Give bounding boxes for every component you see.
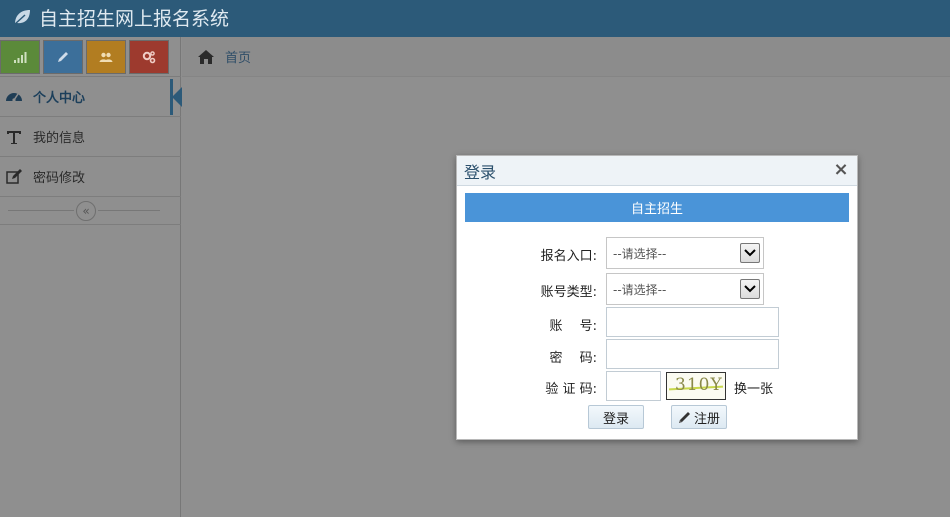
sidebar-collapse-row: « — [0, 197, 181, 225]
captcha-image[interactable]: 310Y — [666, 372, 726, 400]
dashboard-icon — [5, 88, 23, 106]
entry-label: 报名入口: — [540, 249, 597, 264]
dialog-banner: 自主招生 — [465, 193, 849, 222]
sidebar-item-my-info[interactable]: 我的信息 — [0, 117, 181, 157]
password-input[interactable] — [606, 339, 779, 369]
register-button[interactable]: 注册 — [671, 405, 727, 429]
app-title: 自主招生网上报名系统 — [39, 7, 230, 30]
sidebar: 个人中心 我的信息 密码修改 « — [0, 37, 182, 517]
captcha-label: 验 证 码: — [545, 382, 597, 397]
account-label: 账 号: — [549, 319, 597, 334]
breadcrumb-home-link[interactable]: 首页 — [225, 47, 251, 66]
sidebar-item-personal-center[interactable]: 个人中心 — [0, 77, 182, 117]
password-label: 密 码: — [549, 351, 597, 366]
text-icon — [5, 128, 23, 146]
captcha-input[interactable] — [606, 371, 661, 401]
account-type-select[interactable]: --请选择-- — [606, 273, 764, 305]
sidebar-item-label: 我的信息 — [33, 131, 86, 146]
collapse-sidebar-button[interactable]: « — [76, 201, 96, 221]
dialog-title: 登录 — [464, 162, 497, 182]
double-chevron-left-icon: « — [82, 204, 90, 218]
entry-select[interactable]: --请选择-- — [606, 237, 764, 269]
home-icon — [198, 49, 214, 64]
chevron-down-icon — [740, 279, 760, 299]
divider-line — [98, 210, 160, 211]
pencil-icon — [58, 52, 68, 62]
entry-select-value: --请选择-- — [613, 246, 667, 261]
sidebar-shortcuts — [0, 40, 181, 76]
change-captcha-link[interactable]: 换一张 — [734, 378, 773, 397]
breadcrumb: 首页 — [182, 37, 950, 77]
chevron-down-icon — [740, 243, 760, 263]
users-icon — [99, 52, 113, 62]
leaf-icon — [14, 10, 30, 25]
account-input[interactable] — [606, 307, 779, 337]
register-button-label: 注册 — [693, 411, 720, 427]
account-type-label: 账号类型: — [540, 285, 597, 300]
sidebar-item-label: 个人中心 — [33, 91, 86, 106]
edit-icon — [5, 168, 23, 186]
shortcut-cogs-button[interactable] — [129, 40, 169, 74]
top-navbar: 自主招生网上报名系统 — [0, 0, 950, 37]
cogs-icon — [142, 51, 156, 64]
sidebar-item-password-change[interactable]: 密码修改 — [0, 157, 181, 197]
login-button[interactable]: 登录 — [588, 405, 644, 429]
dialog-header: 登录 × — [457, 156, 857, 186]
login-dialog: 登录 × 自主招生 报名入口: --请选择-- 账号类型: --请选择-- 账 … — [456, 155, 858, 440]
banner-label: 自主招生 — [630, 202, 683, 217]
divider-line — [8, 210, 74, 211]
pencil-icon — [678, 412, 690, 423]
account-type-select-value: --请选择-- — [613, 282, 667, 297]
captcha-text: 310Y — [675, 375, 723, 395]
sidebar-item-label: 密码修改 — [33, 171, 86, 186]
login-button-label: 登录 — [602, 411, 629, 427]
shortcut-users-button[interactable] — [86, 40, 126, 74]
shortcut-pencil-button[interactable] — [43, 40, 83, 74]
signal-icon — [14, 52, 27, 63]
brand[interactable]: 自主招生网上报名系统 — [12, 3, 229, 31]
close-icon[interactable]: × — [833, 161, 849, 179]
shortcut-signal-button[interactable] — [0, 40, 40, 74]
